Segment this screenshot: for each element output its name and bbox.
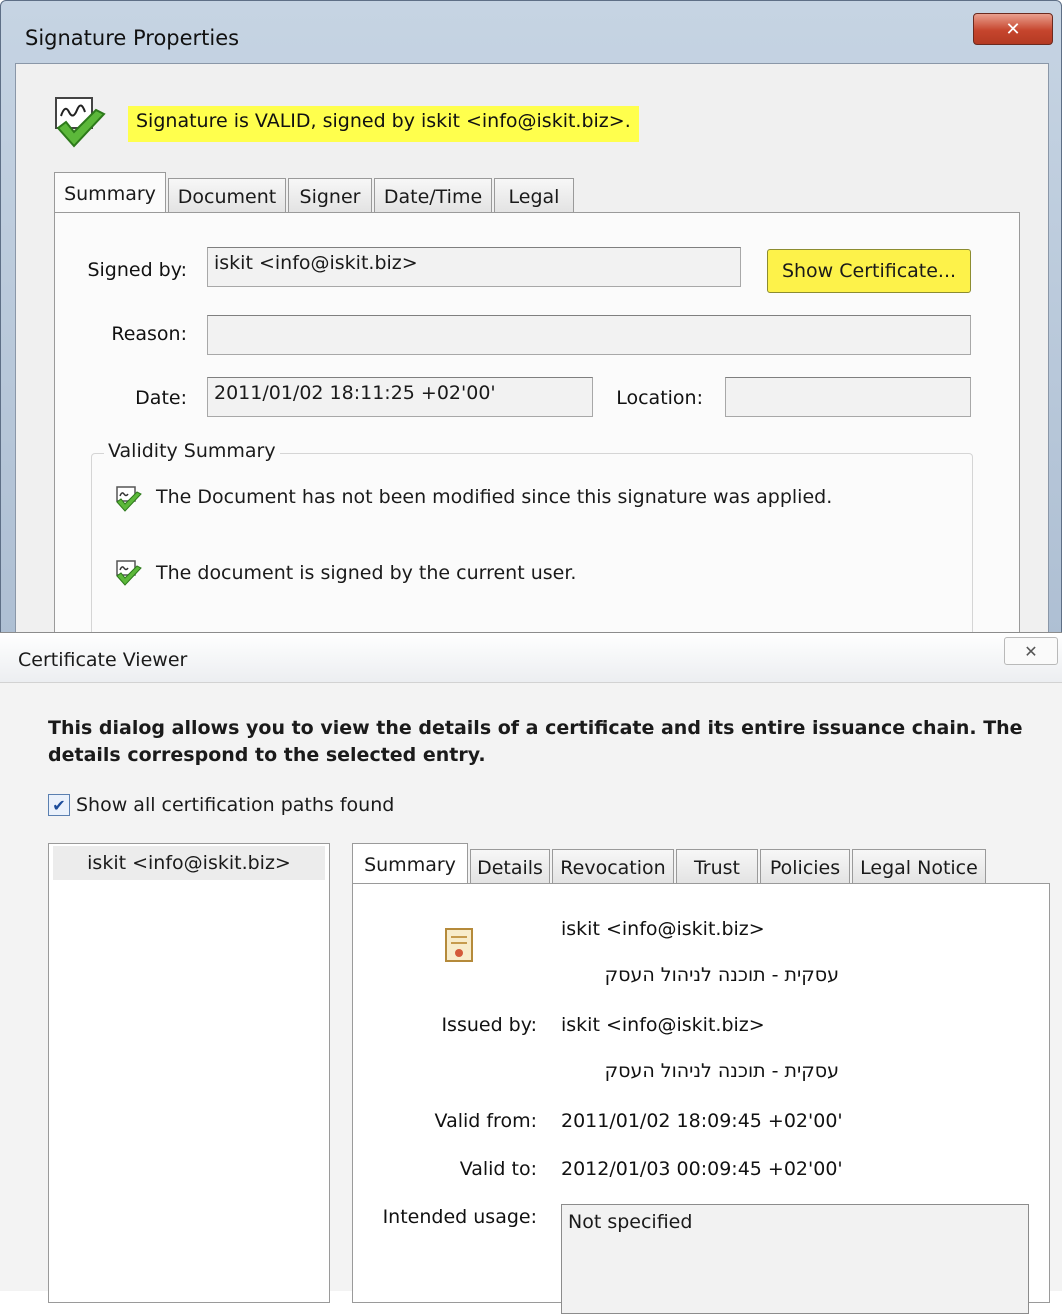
date-field[interactable]: 2011/01/02 18:11:25 +02'00' xyxy=(207,377,593,417)
tab-legal-notice[interactable]: Legal Notice xyxy=(852,849,986,885)
reason-field[interactable] xyxy=(207,315,971,355)
tab-label: Summary xyxy=(64,182,156,205)
checkmark-icon: ✔ xyxy=(52,795,66,815)
show-all-paths-checkbox[interactable]: ✔ xyxy=(48,794,70,816)
tab-summary[interactable]: Summary xyxy=(352,843,468,885)
window-title: Certificate Viewer xyxy=(18,649,188,671)
validity-summary-group: Validity Summary The Document has not be… xyxy=(91,440,973,653)
show-all-paths-label: Show all certification paths found xyxy=(76,794,395,816)
tab-label: Signer xyxy=(299,185,361,208)
close-button[interactable]: ✕ xyxy=(973,13,1053,45)
certificate-viewer-window: Certificate Viewer ✕ This dialog allows … xyxy=(0,632,1062,1314)
tab-summary[interactable]: Summary xyxy=(54,172,166,214)
tab-date-time[interactable]: Date/Time xyxy=(374,178,492,214)
tab-label: Legal xyxy=(508,185,560,208)
date-label: Date: xyxy=(135,387,187,409)
close-icon: ✕ xyxy=(1024,641,1038,661)
valid-to-value: 2012/01/03 00:09:45 +02'00' xyxy=(561,1158,843,1180)
close-button[interactable]: ✕ xyxy=(1004,637,1058,665)
close-icon: ✕ xyxy=(1005,18,1021,40)
show-certificate-button[interactable]: Show Certificate... xyxy=(767,249,971,293)
dialog-body: Signature is VALID, signed by iskit <inf… xyxy=(15,63,1049,653)
title-bar: Certificate Viewer ✕ xyxy=(0,633,1062,683)
tab-label: Trust xyxy=(693,856,740,879)
valid-from-label: Valid from: xyxy=(434,1110,537,1132)
tab-revocation[interactable]: Revocation xyxy=(552,849,674,885)
intended-usage-label: Intended usage: xyxy=(382,1206,537,1228)
window-title: Signature Properties xyxy=(25,26,240,50)
tab-label: Legal Notice xyxy=(860,856,978,879)
tab-policies[interactable]: Policies xyxy=(760,849,850,885)
dialog-description: This dialog allows you to view the detai… xyxy=(48,717,1023,766)
tab-trust[interactable]: Trust xyxy=(676,849,758,885)
location-field[interactable] xyxy=(725,377,971,417)
valid-to-label: Valid to: xyxy=(459,1158,537,1180)
signature-properties-window: Signature Properties ✕ Signature is VALI… xyxy=(0,0,1062,653)
tab-legal[interactable]: Legal xyxy=(494,178,574,214)
location-label: Location: xyxy=(616,387,703,409)
document-unmodified-icon xyxy=(116,486,142,512)
tab-label: Summary xyxy=(364,853,456,876)
subject-name: iskit <info@iskit.biz> xyxy=(561,918,765,940)
signed-by-current-user-icon xyxy=(116,560,142,586)
subject-organization: עסקית - תוכנה לניהול העסק xyxy=(604,964,839,986)
signed-by-field[interactable]: iskit <info@iskit.biz> xyxy=(207,247,741,287)
validity-summary-legend: Validity Summary xyxy=(104,440,280,462)
issuer-organization: עסקית - תוכנה לניהול העסק xyxy=(604,1060,839,1082)
valid-signature-icon xyxy=(55,97,106,148)
show-all-paths-checkbox-row[interactable]: ✔ Show all certification paths found xyxy=(48,791,394,819)
signature-status-banner: Signature is VALID, signed by iskit <inf… xyxy=(128,106,639,142)
validity-item: The document is signed by the current us… xyxy=(156,562,577,584)
signed-by-label: Signed by: xyxy=(87,259,187,281)
certificate-chain-tree: iskit <info@iskit.biz> xyxy=(48,843,330,1303)
tab-label: Revocation xyxy=(560,856,666,879)
tab-document[interactable]: Document xyxy=(168,178,286,214)
issuer-name: iskit <info@iskit.biz> xyxy=(561,1014,765,1036)
validity-item: The Document has not been modified since… xyxy=(156,486,833,508)
certificate-icon xyxy=(445,928,473,962)
tab-label: Details xyxy=(477,856,543,879)
tab-signer[interactable]: Signer xyxy=(288,178,372,214)
valid-from-value: 2011/01/02 18:09:45 +02'00' xyxy=(561,1110,843,1132)
certificate-summary-panel: iskit <info@iskit.biz> עסקית - תוכנה לני… xyxy=(352,883,1050,1314)
tree-item[interactable]: iskit <info@iskit.biz> xyxy=(53,846,325,880)
tab-label: Document xyxy=(177,185,277,208)
tab-label: Date/Time xyxy=(383,185,483,208)
button-label: Show Certificate... xyxy=(781,260,957,282)
reason-label: Reason: xyxy=(111,323,187,345)
tab-details[interactable]: Details xyxy=(470,849,550,885)
issued-by-label: Issued by: xyxy=(441,1014,537,1036)
tab-label: Policies xyxy=(769,856,841,879)
intended-usage-field[interactable]: Not specified xyxy=(561,1204,1029,1314)
summary-panel: Signed by: iskit <info@iskit.biz> Show C… xyxy=(54,212,1020,653)
